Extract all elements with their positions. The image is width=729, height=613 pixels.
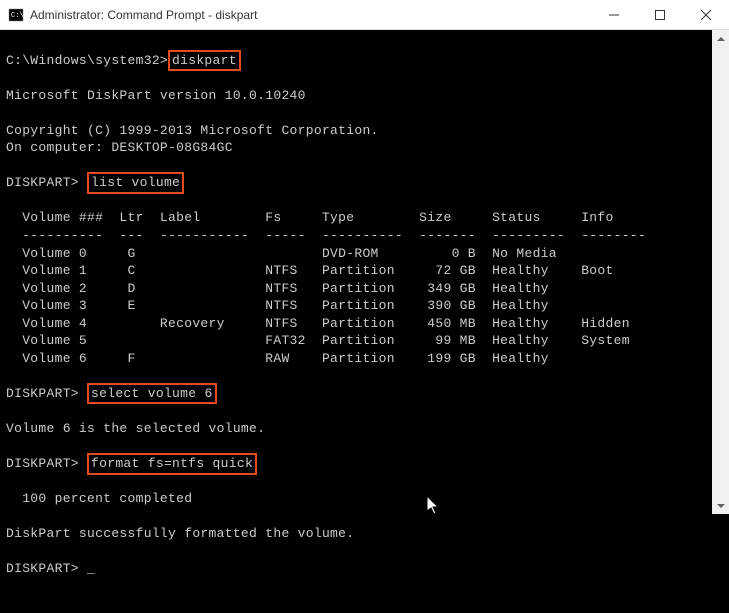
window-titlebar: C:\ Administrator: Command Prompt - disk… — [0, 0, 729, 30]
scrollbar-up-button[interactable] — [712, 30, 729, 47]
terminal-output[interactable]: C:\Windows\system32>diskpart Microsoft D… — [0, 30, 729, 514]
table-row: Volume 4 Recovery NTFS Partition 450 MB … — [6, 316, 630, 331]
copyright-line: Copyright (C) 1999-2013 Microsoft Corpor… — [6, 123, 379, 138]
cmd-diskpart-highlight: diskpart — [168, 50, 241, 72]
close-button[interactable] — [683, 0, 729, 29]
table-row: Volume 6 F RAW Partition 199 GB Healthy — [6, 351, 549, 366]
minimize-button[interactable] — [591, 0, 637, 29]
cmd-format-highlight: format fs=ntfs quick — [87, 453, 257, 475]
cursor-block: _ — [87, 561, 95, 576]
window-title: Administrator: Command Prompt - diskpart — [30, 8, 591, 22]
diskpart-prompt: DISKPART> — [6, 386, 79, 401]
diskpart-prompt: DISKPART> — [6, 561, 79, 576]
scrollbar-down-button[interactable] — [712, 497, 729, 514]
success-msg: DiskPart successfully formatted the volu… — [6, 526, 354, 541]
diskpart-prompt: DISKPART> — [6, 175, 79, 190]
computer-line: On computer: DESKTOP-08G84GC — [6, 140, 233, 155]
selected-msg: Volume 6 is the selected volume. — [6, 421, 265, 436]
table-row: Volume 2 D NTFS Partition 349 GB Healthy — [6, 281, 549, 296]
table-header: Volume ### Ltr Label Fs Type Size Status… — [6, 210, 614, 225]
table-row: Volume 3 E NTFS Partition 390 GB Healthy — [6, 298, 549, 313]
version-line: Microsoft DiskPart version 10.0.10240 — [6, 88, 306, 103]
window-controls — [591, 0, 729, 29]
prompt-path: C:\Windows\system32> — [6, 53, 168, 68]
diskpart-prompt: DISKPART> — [6, 456, 79, 471]
cmd-icon: C:\ — [8, 7, 24, 23]
mouse-cursor-icon — [427, 496, 441, 516]
progress-line: 100 percent completed — [6, 491, 192, 506]
svg-text:C:\: C:\ — [11, 12, 24, 20]
maximize-button[interactable] — [637, 0, 683, 29]
table-divider: ---------- --- ----------- ----- -------… — [6, 228, 646, 243]
table-row: Volume 5 FAT32 Partition 99 MB Healthy S… — [6, 333, 630, 348]
scrollbar[interactable] — [712, 30, 729, 514]
cmd-select-volume-highlight: select volume 6 — [87, 383, 217, 405]
cmd-list-volume-highlight: list volume — [87, 172, 184, 194]
table-row: Volume 0 G DVD-ROM 0 B No Media — [6, 246, 557, 261]
table-row: Volume 1 C NTFS Partition 72 GB Healthy … — [6, 263, 614, 278]
